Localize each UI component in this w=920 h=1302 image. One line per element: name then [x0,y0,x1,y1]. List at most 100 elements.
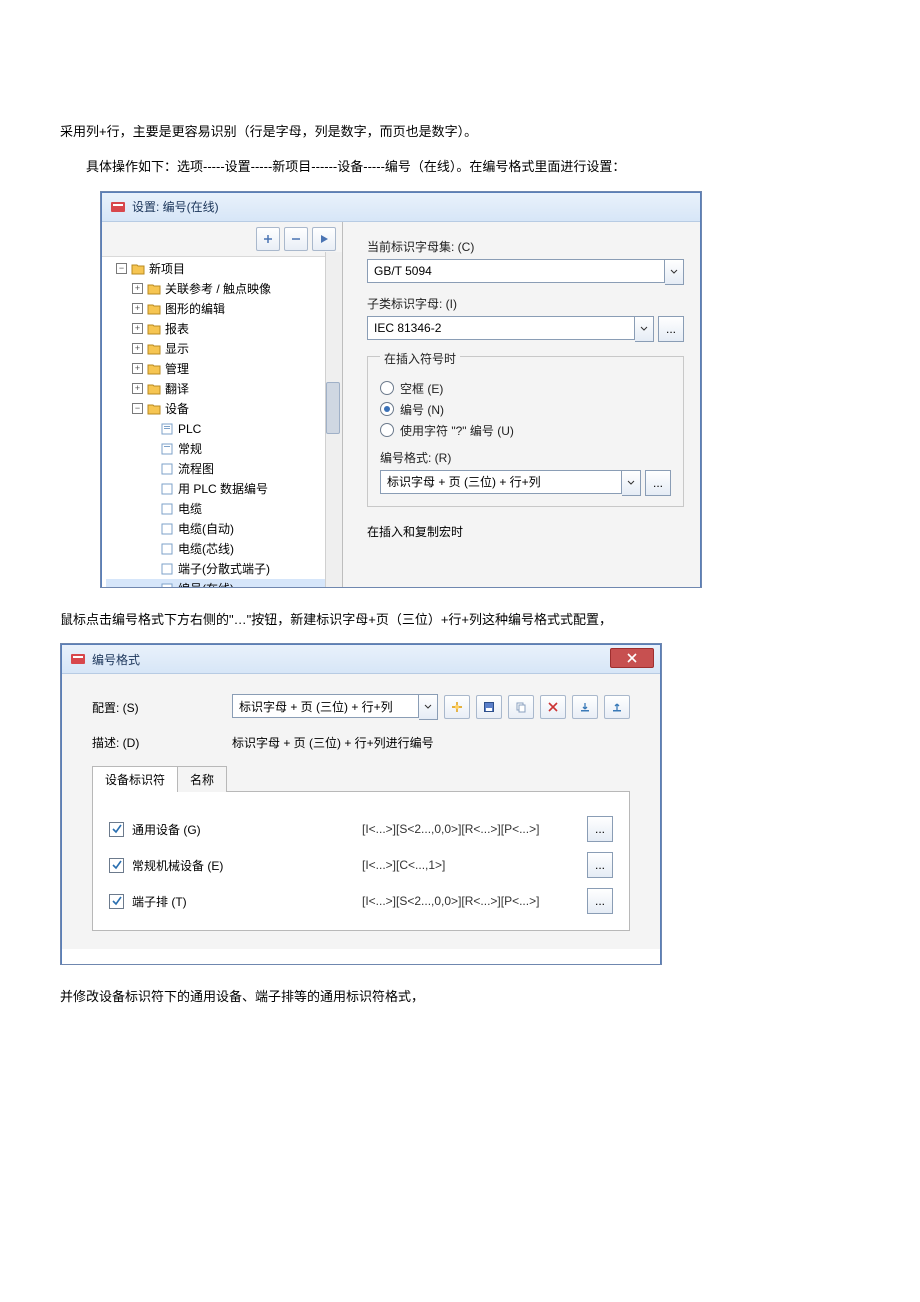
tree-leaf[interactable]: 用 PLC 数据编号 [178,479,268,499]
tree-node: 图形的编辑 [165,299,225,319]
row-value: [I<...>][S<2...,0,0>][R<...>][P<...>] [362,894,583,908]
tree-node: 翻译 [165,379,189,399]
tab-content: 通用设备 (G) [I<...>][S<2...,0,0>][R<...>][P… [92,792,630,931]
page-icon [160,423,174,435]
folder-icon [147,323,161,335]
chevron-down-icon[interactable] [419,694,438,720]
page-icon [160,463,174,475]
expand-icon[interactable] [256,227,280,251]
expander-plus[interactable]: + [132,283,143,294]
screenshot-format-dialog: 编号格式 配置: (S) 标识字母 + 页 (三位) + 行+列 [60,643,662,965]
tree-leaf[interactable]: PLC [178,419,201,439]
expander-minus[interactable]: − [132,403,143,414]
copy-icon[interactable] [508,695,534,719]
config-label: 配置: (S) [92,699,232,716]
chevron-down-icon[interactable] [665,259,684,285]
scrollbar[interactable] [325,252,342,588]
page-icon [160,543,174,555]
format-label: 编号格式: (R) [380,449,671,466]
page-icon [160,503,174,515]
radio-number[interactable]: 编号 (N) [380,401,671,418]
radio-question[interactable]: 使用字符 "?" 编号 (U) [380,422,671,439]
expander-minus[interactable]: − [116,263,127,274]
chevron-down-icon[interactable] [622,470,641,496]
radio-empty[interactable]: 空框 (E) [380,380,671,397]
charset-label: 当前标识字母集: (C) [367,238,684,255]
charset-value: GB/T 5094 [367,259,665,283]
paragraph-3: 鼠标点击编号格式下方右侧的"…"按钮，新建标识字母+页（三位）+行+列这种编号格… [60,608,860,631]
collapse-icon[interactable] [284,227,308,251]
page-icon [160,483,174,495]
play-icon[interactable] [312,227,336,251]
row-more-button[interactable]: ... [587,816,613,842]
charset-select[interactable]: GB/T 5094 [367,259,684,285]
tree-leaf[interactable]: 端子(分散式端子) [178,559,270,579]
chevron-down-icon[interactable] [635,316,654,342]
checkbox-general[interactable] [109,822,124,837]
paragraph-2: 具体操作如下：选项-----设置-----新项目------设备-----编号（… [60,155,860,178]
titlebar: 编号格式 [62,645,660,674]
format-more-button[interactable]: ... [645,470,671,496]
config-value: 标识字母 + 页 (三位) + 行+列 [232,694,419,718]
close-button[interactable] [610,648,654,668]
screenshot-settings-dialog: 设置: 编号(在线) −新项目 +关联参考 / 触点映像 +图形的编辑 +报表 … [100,191,702,588]
row-more-button[interactable]: ... [587,852,613,878]
tree-node: 管理 [165,359,189,379]
group-legend-macro: 在插入和复制宏时 [367,523,684,540]
paragraph-1: 采用列+行，主要是更容易识别（行是字母，列是数字，而页也是数字）。 [60,120,860,143]
row-label: 通用设备 (G) [132,821,362,838]
tree-node: 关联参考 / 触点映像 [165,279,271,299]
page-icon [160,523,174,535]
tree-leaf[interactable]: 常规 [178,439,202,459]
tree-node: 显示 [165,339,189,359]
tree-leaf[interactable]: 流程图 [178,459,214,479]
row-label: 常规机械设备 (E) [132,857,362,874]
tree-leaf[interactable]: 电缆(自动) [178,519,234,539]
tab-identifiers[interactable]: 设备标识符 [92,766,178,792]
tree-node: 报表 [165,319,189,339]
config-select[interactable]: 标识字母 + 页 (三位) + 行+列 [232,694,438,720]
row-more-button[interactable]: ... [587,888,613,914]
format-select[interactable]: 标识字母 + 页 (三位) + 行+列 [380,470,641,496]
page-icon [160,583,174,588]
import-icon[interactable] [572,695,598,719]
tree-leaf[interactable]: 电缆 [178,499,202,519]
folder-icon [147,303,161,315]
window-title: 编号格式 [92,651,140,668]
tabs: 设备标识符 名称 [92,765,630,792]
row-value: [I<...>][C<...,1>] [362,858,583,872]
app-icon [70,651,86,667]
tree-node-device: 设备 [165,399,189,419]
folder-icon [147,383,161,395]
paragraph-4: 并修改设备标识符下的通用设备、端子排等的通用标识符格式， [60,985,860,1008]
row-value: [I<...>][S<2...,0,0>][R<...>][P<...>] [362,822,583,836]
page-icon [160,563,174,575]
tree-leaf[interactable]: 电缆(芯线) [178,539,234,559]
export-icon[interactable] [604,695,630,719]
tree-leaf-selected[interactable]: 编号(在线) [178,579,234,588]
row-label: 端子排 (T) [132,893,362,910]
tree-toolbar [102,222,342,257]
format-value: 标识字母 + 页 (三位) + 行+列 [380,470,622,494]
delete-icon[interactable] [540,695,566,719]
page-icon [160,443,174,455]
new-icon[interactable] [444,695,470,719]
tree-root: 新项目 [149,259,185,279]
checkbox-mechanical[interactable] [109,858,124,873]
save-icon[interactable] [476,695,502,719]
folder-icon [131,263,145,275]
scrollbar-thumb[interactable] [326,382,340,434]
settings-tree[interactable]: −新项目 +关联参考 / 触点映像 +图形的编辑 +报表 +显示 +管理 +翻译… [102,257,342,588]
checkbox-terminal[interactable] [109,894,124,909]
window-title: 设置: 编号(在线) [132,198,219,215]
folder-icon [147,363,161,375]
folder-icon [147,283,161,295]
more-button[interactable]: ... [658,316,684,342]
titlebar: 设置: 编号(在线) [102,193,700,222]
tab-name[interactable]: 名称 [177,766,227,792]
folder-icon [147,343,161,355]
desc-label: 描述: (D) [92,734,232,751]
folder-icon [147,403,161,415]
subid-select[interactable]: IEC 81346-2 [367,316,654,342]
subid-label: 子类标识字母: (I) [367,295,684,312]
